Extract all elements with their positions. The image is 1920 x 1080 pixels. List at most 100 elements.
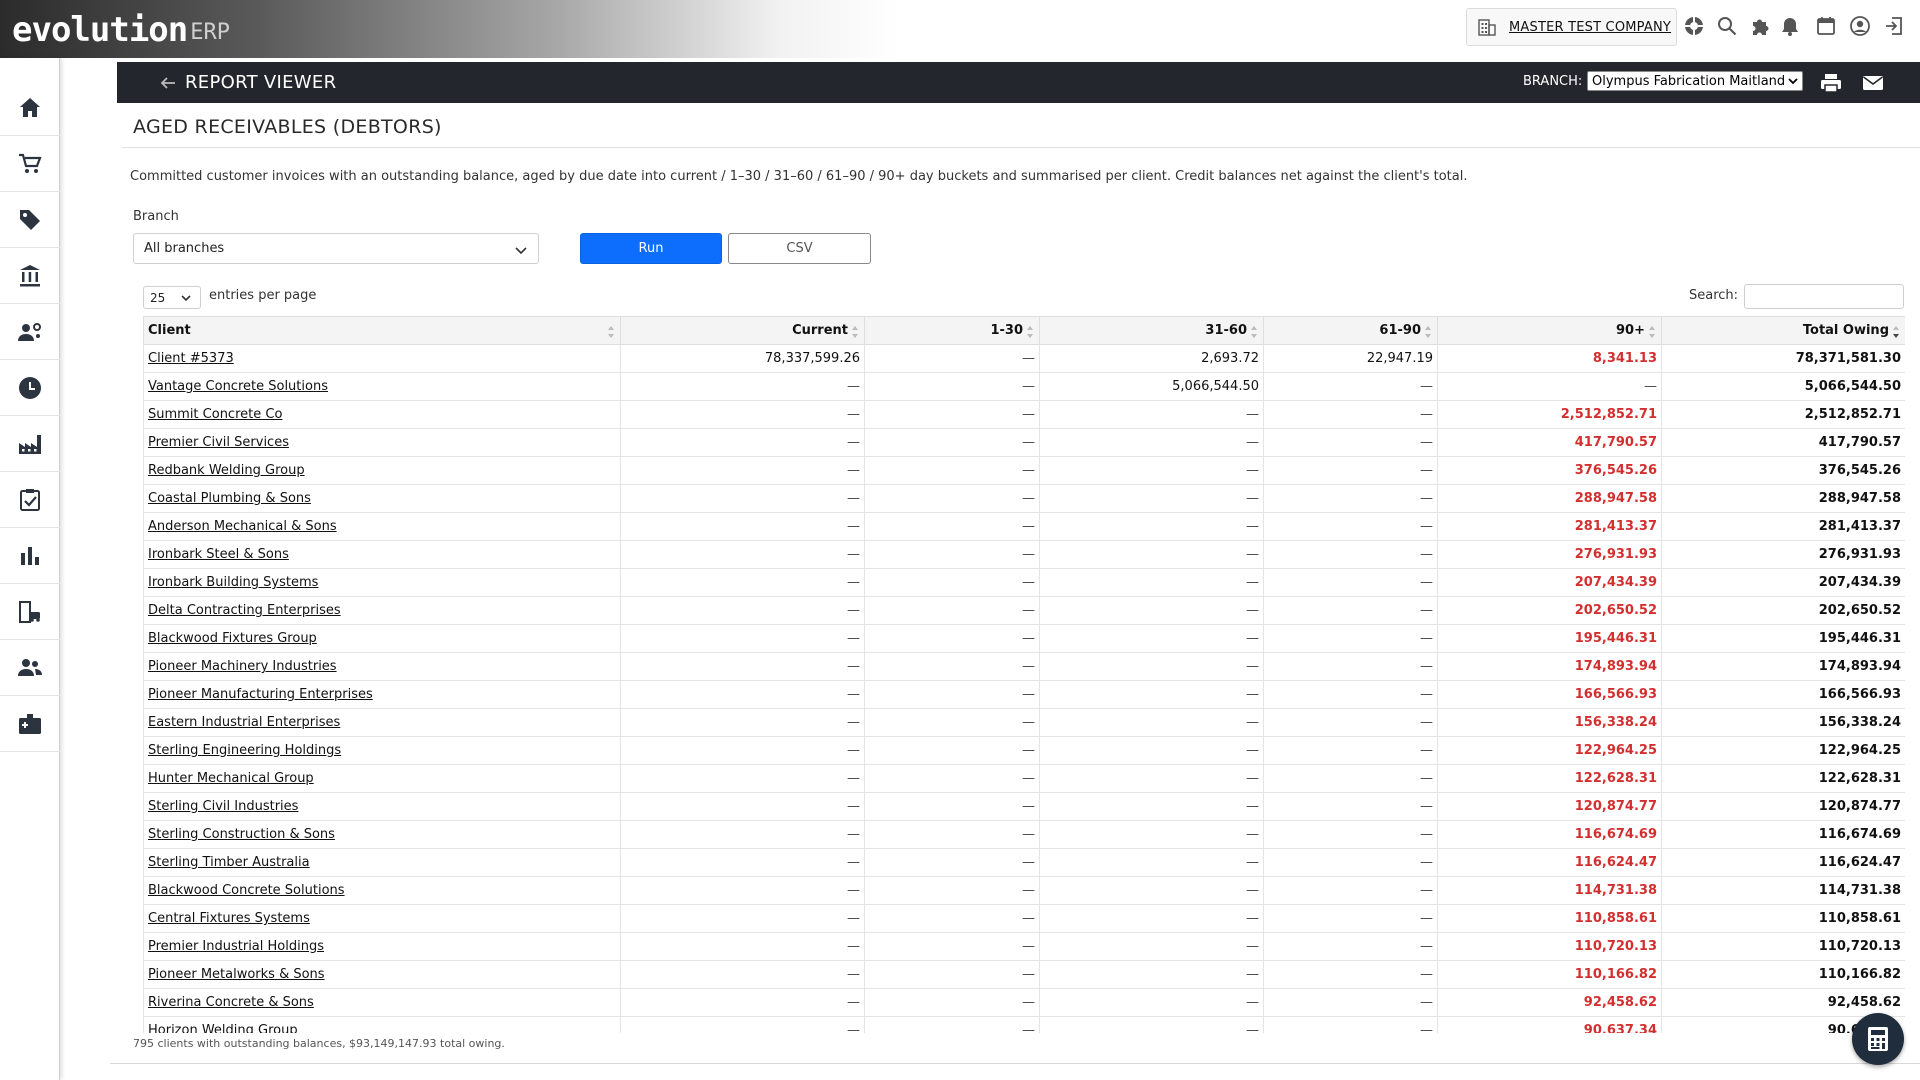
client-link[interactable]: Ironbark Steel & Sons [143,540,621,569]
app-logo[interactable]: evolution ERP [12,6,230,52]
client-link[interactable]: Premier Industrial Holdings [143,932,621,961]
table-row[interactable]: Summit Concrete Co — — — —2,512,852.71 2,512,… [143,400,1905,429]
sidebar-item-reports[interactable] [0,528,60,584]
client-link[interactable]: Horizon Welding Group [143,1016,621,1033]
table-row[interactable]: Riverina Concrete & Sons — — — —92,458.62 92,… [143,988,1905,1017]
client-link[interactable]: Pioneer Manufacturing Enterprises [143,680,621,709]
sidebar-item-tasks[interactable] [0,472,60,528]
table-row[interactable]: Pioneer Machinery Industries — — — —174,893.… [143,652,1905,681]
client-link[interactable]: Hunter Mechanical Group [143,764,621,793]
client-link[interactable]: Client #5373 [143,344,621,373]
calculator-button[interactable] [1852,1013,1904,1065]
sidebar-item-user-settings[interactable] [0,304,60,360]
table-row[interactable]: Coastal Plumbing & Sons — — — —288,947.58 288… [143,484,1905,513]
cell-90-plus: 376,545.26 [1437,456,1662,485]
table-row[interactable]: Ironbark Building Systems — — — —207,434.39 2… [143,568,1905,597]
sidebar-item-sales[interactable] [0,136,60,192]
sidebar-item-fleet[interactable] [0,584,60,640]
table-row[interactable]: Delta Contracting Enterprises — — — —202,650… [143,596,1905,625]
client-link[interactable]: Pioneer Metalworks & Sons [143,960,621,989]
column-header-total-owing[interactable]: Total Owing [1661,316,1905,345]
cell-31-60: — [1039,764,1264,793]
cell-61-90: — [1263,512,1438,541]
user-account-icon[interactable] [1849,15,1871,37]
client-link[interactable]: Central Fixtures Systems [143,904,621,933]
table-row[interactable]: Pioneer Manufacturing Enterprises — — — —166… [143,680,1905,709]
client-link[interactable]: Riverina Concrete & Sons [143,988,621,1017]
cell-current: — [620,792,865,821]
client-link[interactable]: Delta Contracting Enterprises [143,596,621,625]
table-row[interactable]: Eastern Industrial Enterprises — — — —156,33… [143,708,1905,737]
column-header-current[interactable]: Current [620,316,865,345]
cell-current: — [620,596,865,625]
cell-1-30: — [864,596,1040,625]
client-link[interactable]: Sterling Engineering Holdings [143,736,621,765]
client-link[interactable]: Sterling Timber Australia [143,848,621,877]
email-icon[interactable] [1861,71,1885,95]
sidebar-item-pricing[interactable] [0,192,60,248]
sidebar-item-contacts[interactable] [0,640,60,696]
receivables-table-container[interactable]: Client Current 1-30 31-60 61-90 90+ Total Owin… [143,316,1905,1033]
client-link[interactable]: Redbank Welding Group [143,456,621,485]
table-row[interactable]: Sterling Construction & Sons — — — —116,674.… [143,820,1905,849]
table-row[interactable]: Client #5373 78,337,599.26—2,693.72 22,947… [143,344,1905,373]
client-link[interactable]: Pioneer Machinery Industries [143,652,621,681]
print-icon[interactable] [1819,71,1843,95]
client-link[interactable]: Premier Civil Services [143,428,621,457]
logout-icon[interactable] [1883,15,1905,37]
client-link[interactable]: Anderson Mechanical & Sons [143,512,621,541]
table-row[interactable]: Sterling Timber Australia — — — —116,624.47 1… [143,848,1905,877]
sidebar-item-production[interactable] [0,416,60,472]
table-row[interactable]: Anderson Mechanical & Sons — — — —281,413.37… [143,512,1905,541]
client-link[interactable]: Sterling Construction & Sons [143,820,621,849]
table-row[interactable]: Horizon Welding Group————90,637.3490,637… [143,1016,1905,1033]
run-button[interactable]: Run [580,233,722,264]
branch-select[interactable]: Olympus Fabrication Maitland [1587,71,1803,91]
table-row[interactable]: Sterling Civil Industries — — — —120,874.77 1… [143,792,1905,821]
column-header-label: 1-30 [990,323,1023,338]
table-row[interactable]: Premier Industrial Holdings — — — —110,720.1… [143,932,1905,961]
table-row[interactable]: Blackwood Fixtures Group — — — —195,446.31 19… [143,624,1905,653]
company-switcher[interactable]: MASTER TEST COMPANY [1466,8,1677,46]
client-link[interactable]: Blackwood Concrete Solutions [143,876,621,905]
table-row[interactable]: Hunter Mechanical Group — — — —122,628.31 122… [143,764,1905,793]
client-link[interactable]: Eastern Industrial Enterprises [143,708,621,737]
table-row[interactable]: Premier Civil Services — — — —417,790.57 417,… [143,428,1905,457]
client-link[interactable]: Vantage Concrete Solutions [143,372,621,401]
column-header-31-60[interactable]: 31-60 [1039,316,1264,345]
csv-button[interactable]: CSV [728,233,871,264]
sidebar-item-hr[interactable] [0,696,60,752]
column-header-90-plus[interactable]: 90+ [1437,316,1662,345]
table-row[interactable]: Pioneer Metalworks & Sons — — — —110,166.82 1… [143,960,1905,989]
table-row[interactable]: Blackwood Concrete Solutions — — — —114,731.… [143,876,1905,905]
branch-filter-select[interactable]: All branches [133,233,539,264]
column-header-client[interactable]: Client [143,316,621,345]
table-row[interactable]: Ironbark Steel & Sons — — — —276,931.93 276,9… [143,540,1905,569]
search-icon[interactable] [1716,15,1738,37]
table-row[interactable]: Vantage Concrete Solutions — —5,066,544.50… [143,372,1905,401]
sidebar-item-home[interactable] [0,80,60,136]
back-arrow-icon[interactable] [159,74,177,92]
sidebar-item-timesheets[interactable] [0,360,60,416]
help-lifebuoy-icon[interactable] [1683,15,1705,37]
column-header-61-90[interactable]: 61-90 [1263,316,1438,345]
client-link[interactable]: Sterling Civil Industries [143,792,621,821]
table-row[interactable]: Redbank Welding Group — — — —376,545.26 376,5… [143,456,1905,485]
calendar-icon[interactable] [1815,15,1837,37]
column-header-1-30[interactable]: 1-30 [864,316,1040,345]
table-row[interactable]: Central Fixtures Systems — — — —110,858.61 11… [143,904,1905,933]
client-link[interactable]: Coastal Plumbing & Sons [143,484,621,513]
client-link[interactable]: Blackwood Fixtures Group [143,624,621,653]
cell-total-owing: 116,674.69 [1661,820,1905,849]
cell-current: — [620,456,865,485]
search-input[interactable] [1744,284,1904,309]
puzzle-icon[interactable] [1749,15,1771,37]
client-link[interactable]: Ironbark Building Systems [143,568,621,597]
table-row[interactable]: Sterling Engineering Holdings — — — —122,964… [143,736,1905,765]
chevron-down-icon [515,247,527,255]
client-link[interactable]: Summit Concrete Co [143,400,621,429]
entries-per-page-select[interactable]: 25 [143,286,201,309]
cell-31-60: 5,066,544.50 [1039,372,1264,401]
bell-icon[interactable] [1779,15,1801,37]
sidebar-item-finance[interactable] [0,248,60,304]
